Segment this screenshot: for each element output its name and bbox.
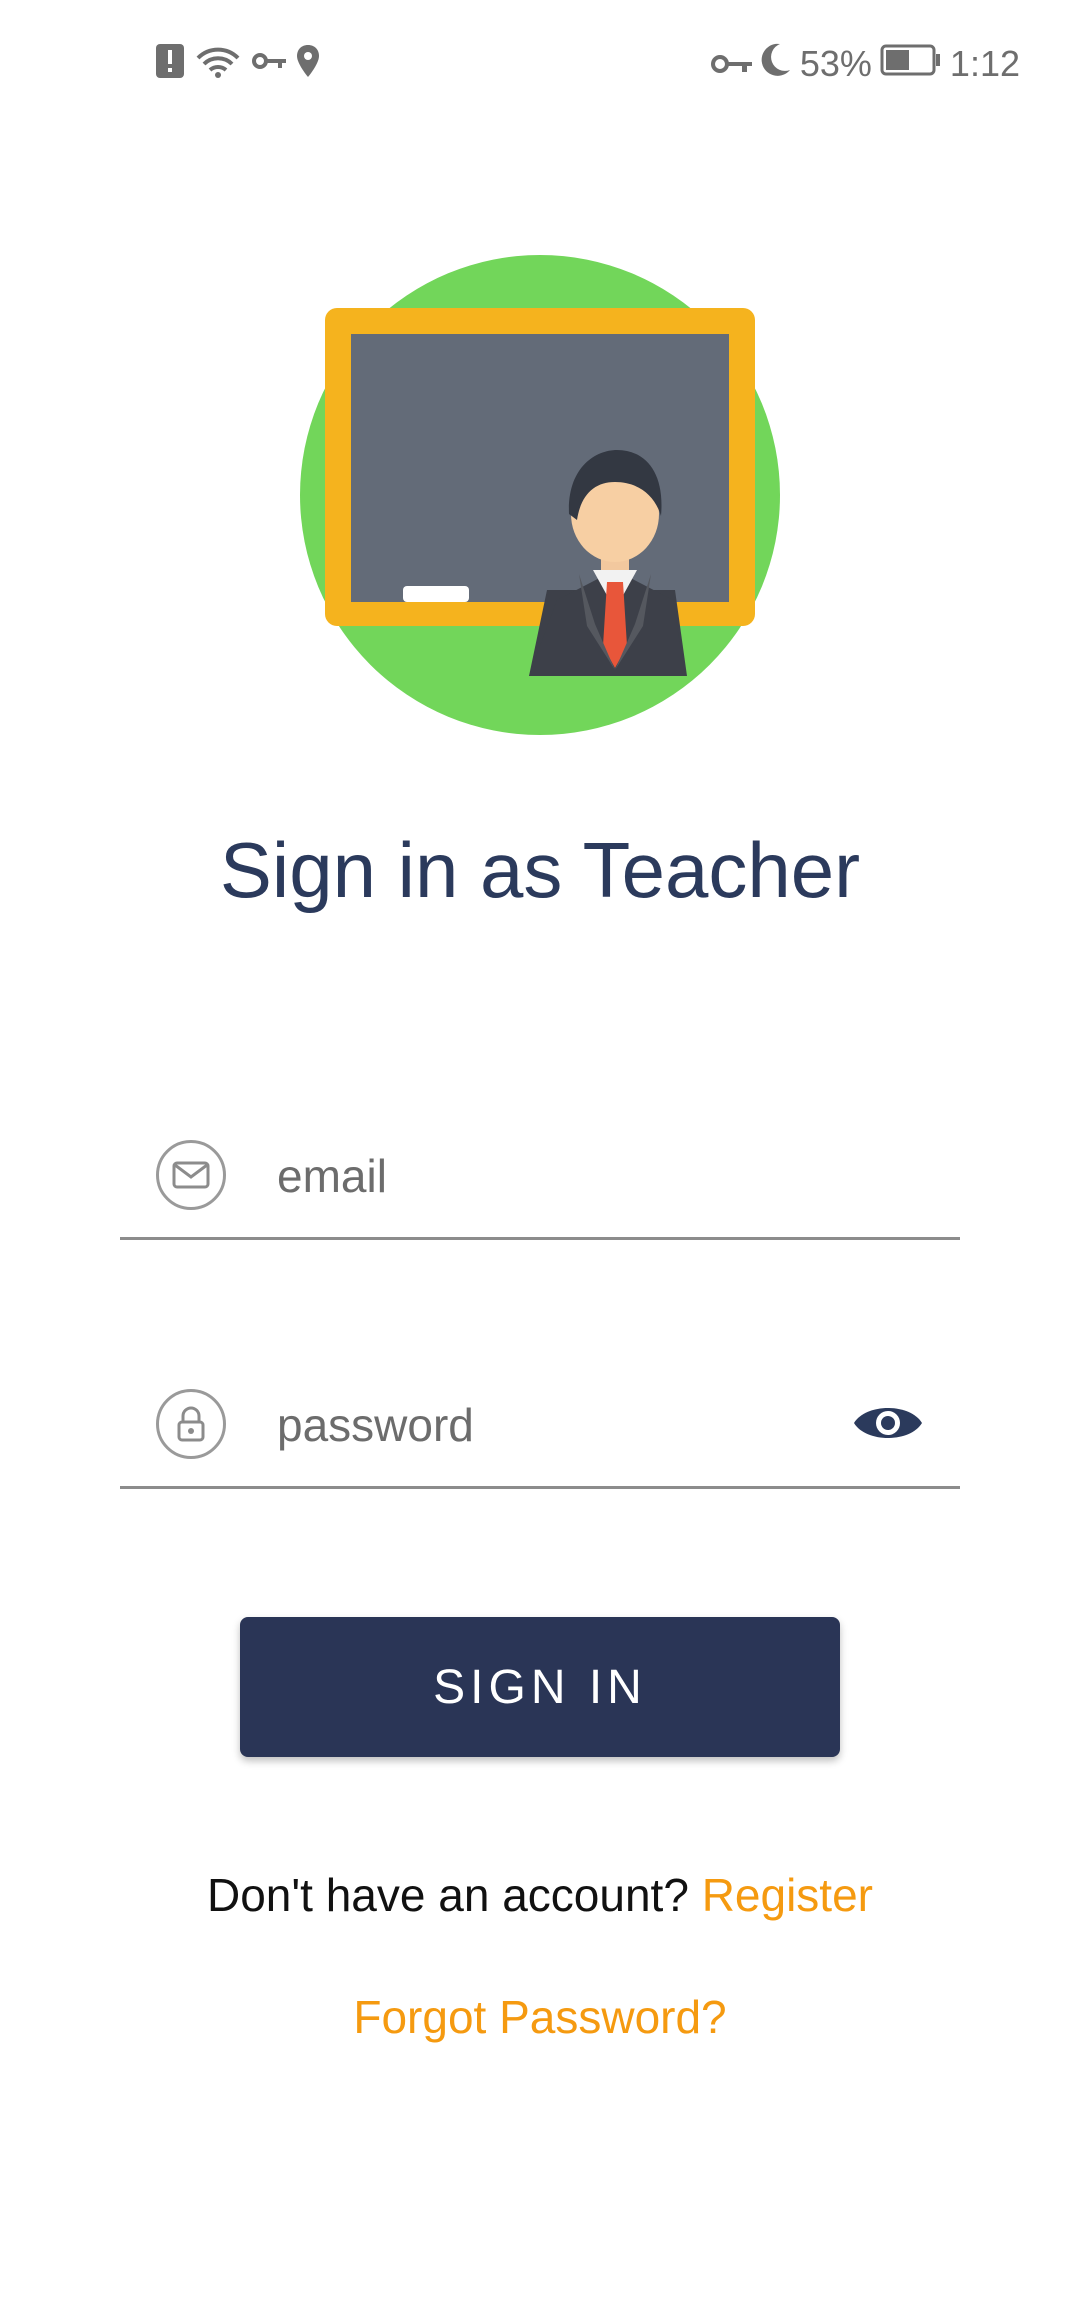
status-left-icons xyxy=(156,44,320,83)
password-input[interactable] xyxy=(275,1387,779,1463)
battery-icon xyxy=(880,43,942,85)
status-right: 53% 1:12 xyxy=(710,40,1020,88)
sign-in-button[interactable]: SIGN IN xyxy=(240,1617,840,1757)
location-icon xyxy=(296,45,320,82)
password-field[interactable] xyxy=(120,1359,960,1489)
status-bar: 53% 1:12 xyxy=(0,0,1080,130)
forgot-password-link[interactable]: Forgot Password? xyxy=(0,1990,1080,2044)
alert-icon xyxy=(156,44,184,83)
email-input[interactable] xyxy=(275,1138,779,1214)
register-link[interactable]: Register xyxy=(702,1869,873,1921)
moon-icon xyxy=(760,42,792,87)
page-title: Sign in as Teacher xyxy=(219,826,861,914)
wifi-icon xyxy=(194,44,242,83)
password-underline xyxy=(120,1486,960,1489)
vpn-key-icon xyxy=(710,43,752,85)
eye-icon[interactable] xyxy=(852,1397,924,1449)
lock-icon xyxy=(156,1389,226,1459)
clock: 1:12 xyxy=(949,43,1020,84)
battery-percent: 53% xyxy=(799,43,872,84)
register-prompt: Don't have an account? xyxy=(207,1869,689,1921)
email-field[interactable] xyxy=(120,1110,960,1240)
teacher-chalkboard-illustration xyxy=(295,250,785,740)
email-underline xyxy=(120,1237,960,1240)
mail-icon xyxy=(156,1140,226,1210)
vpn-key-icon xyxy=(252,51,286,76)
register-prompt-line: Don't have an account? Register xyxy=(0,1868,1080,1922)
